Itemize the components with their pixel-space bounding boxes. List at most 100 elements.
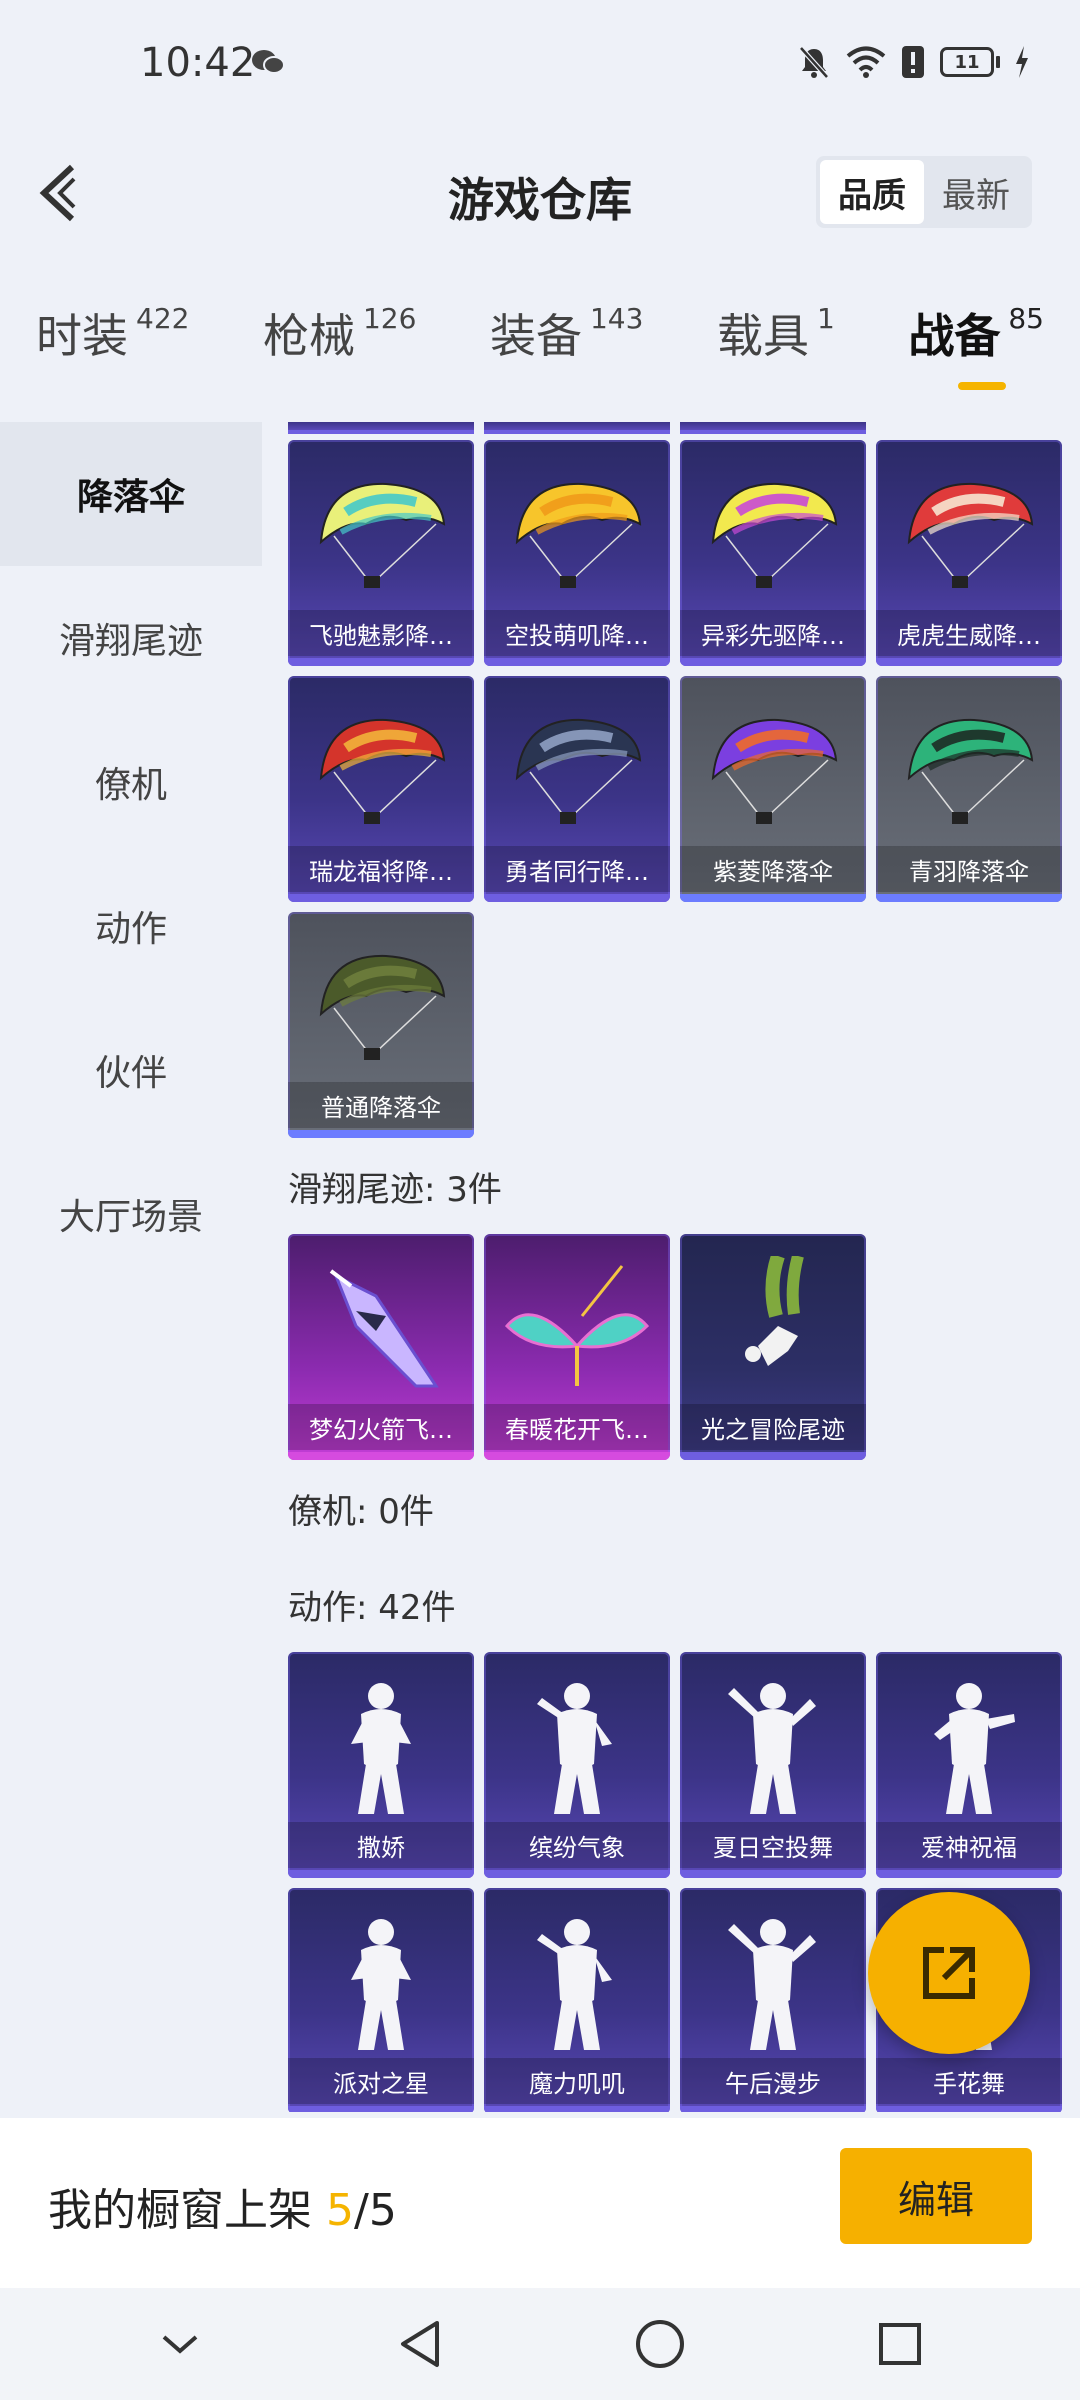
item-card-name: 空投萌叽降…	[484, 610, 670, 656]
item-card-rarity-bar	[876, 2106, 1062, 2112]
sort-toggle: 品质 最新	[816, 156, 1032, 228]
parachute-icon	[711, 718, 838, 824]
item-card[interactable]: 梦幻火箭飞…	[288, 1234, 474, 1460]
triangle-back-icon	[401, 2321, 439, 2367]
section-title-glide-trails: 滑翔尾迹: 3件	[288, 1169, 502, 1210]
tab-label: 载具	[716, 309, 809, 363]
battery-indicator: 11	[940, 47, 1000, 77]
previous-row-stub	[288, 422, 1080, 434]
parachute-icon	[907, 482, 1034, 588]
sidebar: 降落伞 滑翔尾迹 僚机 动作 伙伴 大厅场景	[0, 422, 262, 2112]
item-card-name: 异彩先驱降…	[680, 610, 866, 656]
item-card[interactable]: 光之冒险尾迹	[680, 1234, 866, 1460]
mute-bell-icon	[799, 46, 829, 79]
active-tab-indicator	[958, 382, 1007, 390]
sidebar-item-emotes[interactable]: 动作	[0, 854, 262, 998]
tab-count: 143	[589, 302, 644, 335]
alert-icon	[902, 46, 924, 78]
tab-battle-gear[interactable]: 战备 85	[908, 300, 1044, 390]
tab-vehicles[interactable]: 载具 1	[717, 300, 835, 380]
item-card[interactable]: 飞驰魅影降…	[288, 440, 474, 666]
item-card[interactable]: 瑞龙福将降…	[288, 676, 474, 902]
item-card-rarity-bar	[876, 894, 1062, 902]
tab-guns[interactable]: 枪械 126	[263, 300, 416, 380]
status-icons: 11	[796, 44, 1030, 80]
sort-newest-option[interactable]: 最新	[924, 160, 1028, 224]
item-card-rarity-bar	[484, 658, 670, 666]
item-card-name: 勇者同行降…	[484, 846, 670, 892]
wechat-icon	[252, 50, 285, 74]
sidebar-item-companion[interactable]: 伙伴	[0, 998, 262, 1142]
item-card[interactable]: 空投萌叽降…	[484, 440, 670, 666]
item-list[interactable]: 飞驰魅影降… 空投萌叽降… 异彩先驱降… 虎虎生威降… 瑞龙福将降… 勇者同行降… 紫菱降落…	[274, 422, 1080, 2112]
wifi-icon	[846, 46, 886, 78]
nav-home-button[interactable]	[620, 2304, 700, 2384]
nav-recents-button[interactable]	[860, 2304, 940, 2384]
item-card[interactable]: 魔力叽叽	[484, 1888, 670, 2112]
system-nav-bar	[0, 2288, 1080, 2400]
item-card[interactable]: 午后漫步	[680, 1888, 866, 2112]
rocket-glider-icon	[329, 1269, 439, 1388]
item-card-name: 梦幻火箭飞…	[288, 1404, 474, 1450]
parachute-icon	[515, 482, 642, 588]
item-card[interactable]: 缤纷气象	[484, 1652, 670, 1878]
item-card-rarity-bar	[288, 658, 474, 666]
parachute-icon	[711, 482, 838, 588]
tab-fashion[interactable]: 时装 422	[36, 300, 189, 380]
item-card[interactable]: 青羽降落伞	[876, 676, 1062, 902]
tab-label: 战备	[908, 309, 1001, 363]
item-card[interactable]: 虎虎生威降…	[876, 440, 1062, 666]
item-card-rarity-bar	[484, 1452, 670, 1460]
item-card[interactable]: 异彩先驱降…	[680, 440, 866, 666]
item-card-name: 瑞龙福将降…	[288, 846, 474, 892]
tab-count: 126	[362, 302, 417, 335]
emote-figure-icon	[934, 1683, 1015, 1814]
tab-count: 422	[136, 302, 190, 335]
item-card-name: 虎虎生威降…	[876, 610, 1062, 656]
item-card-rarity-bar	[680, 1870, 866, 1878]
sidebar-item-parachute[interactable]: 降落伞	[0, 422, 262, 566]
item-card[interactable]: 夏日空投舞	[680, 1652, 866, 1878]
circle-home-icon	[636, 2320, 684, 2368]
butterfly-glider-icon	[504, 1265, 650, 1386]
item-card[interactable]: 爱神祝福	[876, 1652, 1062, 1878]
nav-collapse-button[interactable]	[140, 2304, 220, 2384]
tab-label: 装备	[489, 309, 582, 363]
item-card-rarity-bar	[288, 1870, 474, 1878]
item-card-name: 紫菱降落伞	[680, 846, 866, 892]
sidebar-item-glide-trail[interactable]: 滑翔尾迹	[0, 566, 262, 710]
item-card-rarity-bar	[288, 894, 474, 902]
item-card-rarity-bar	[680, 894, 866, 902]
item-card[interactable]: 紫菱降落伞	[680, 676, 866, 902]
emote-figure-icon	[537, 1919, 612, 2050]
section-title-emotes: 动作: 42件	[288, 1587, 456, 1628]
tab-equipment[interactable]: 装备 143	[490, 300, 643, 380]
item-card[interactable]: 勇者同行降…	[484, 676, 670, 902]
skydiver-trail-icon	[745, 1256, 804, 1366]
sort-quality-option[interactable]: 品质	[820, 160, 924, 224]
item-card[interactable]: 春暖花开飞…	[484, 1234, 670, 1460]
back-button[interactable]	[28, 158, 88, 228]
chevron-left-icon	[39, 164, 76, 222]
nav-back-button[interactable]	[380, 2304, 460, 2384]
tab-count: 85	[1008, 302, 1044, 335]
status-time: 10:42	[140, 40, 256, 86]
item-card-rarity-bar	[288, 1130, 474, 1138]
sidebar-item-lobby-scene[interactable]: 大厅场景	[0, 1142, 262, 1286]
battery-level: 11	[940, 47, 994, 77]
item-card[interactable]: 撒娇	[288, 1652, 474, 1878]
sidebar-item-wingman[interactable]: 僚机	[0, 710, 262, 854]
chevron-down-icon	[162, 2335, 198, 2354]
item-card[interactable]: 普通降落伞	[288, 912, 474, 1138]
tab-count: 1	[816, 302, 835, 335]
showcase-status: 我的橱窗上架 5/5	[48, 2174, 397, 2238]
item-card[interactable]: 派对之星	[288, 1888, 474, 2112]
edit-button[interactable]: 编辑	[840, 2148, 1032, 2244]
item-card-rarity-bar	[876, 1870, 1062, 1878]
category-tabs: 时装 422 枪械 126 装备 143 载具 1 战备 85	[0, 300, 1080, 410]
item-card-name: 春暖花开飞…	[484, 1404, 670, 1450]
item-card-rarity-bar	[484, 2106, 670, 2112]
item-card-rarity-bar	[288, 2106, 474, 2112]
charging-icon	[1016, 46, 1028, 78]
share-button[interactable]	[868, 1892, 1030, 2054]
